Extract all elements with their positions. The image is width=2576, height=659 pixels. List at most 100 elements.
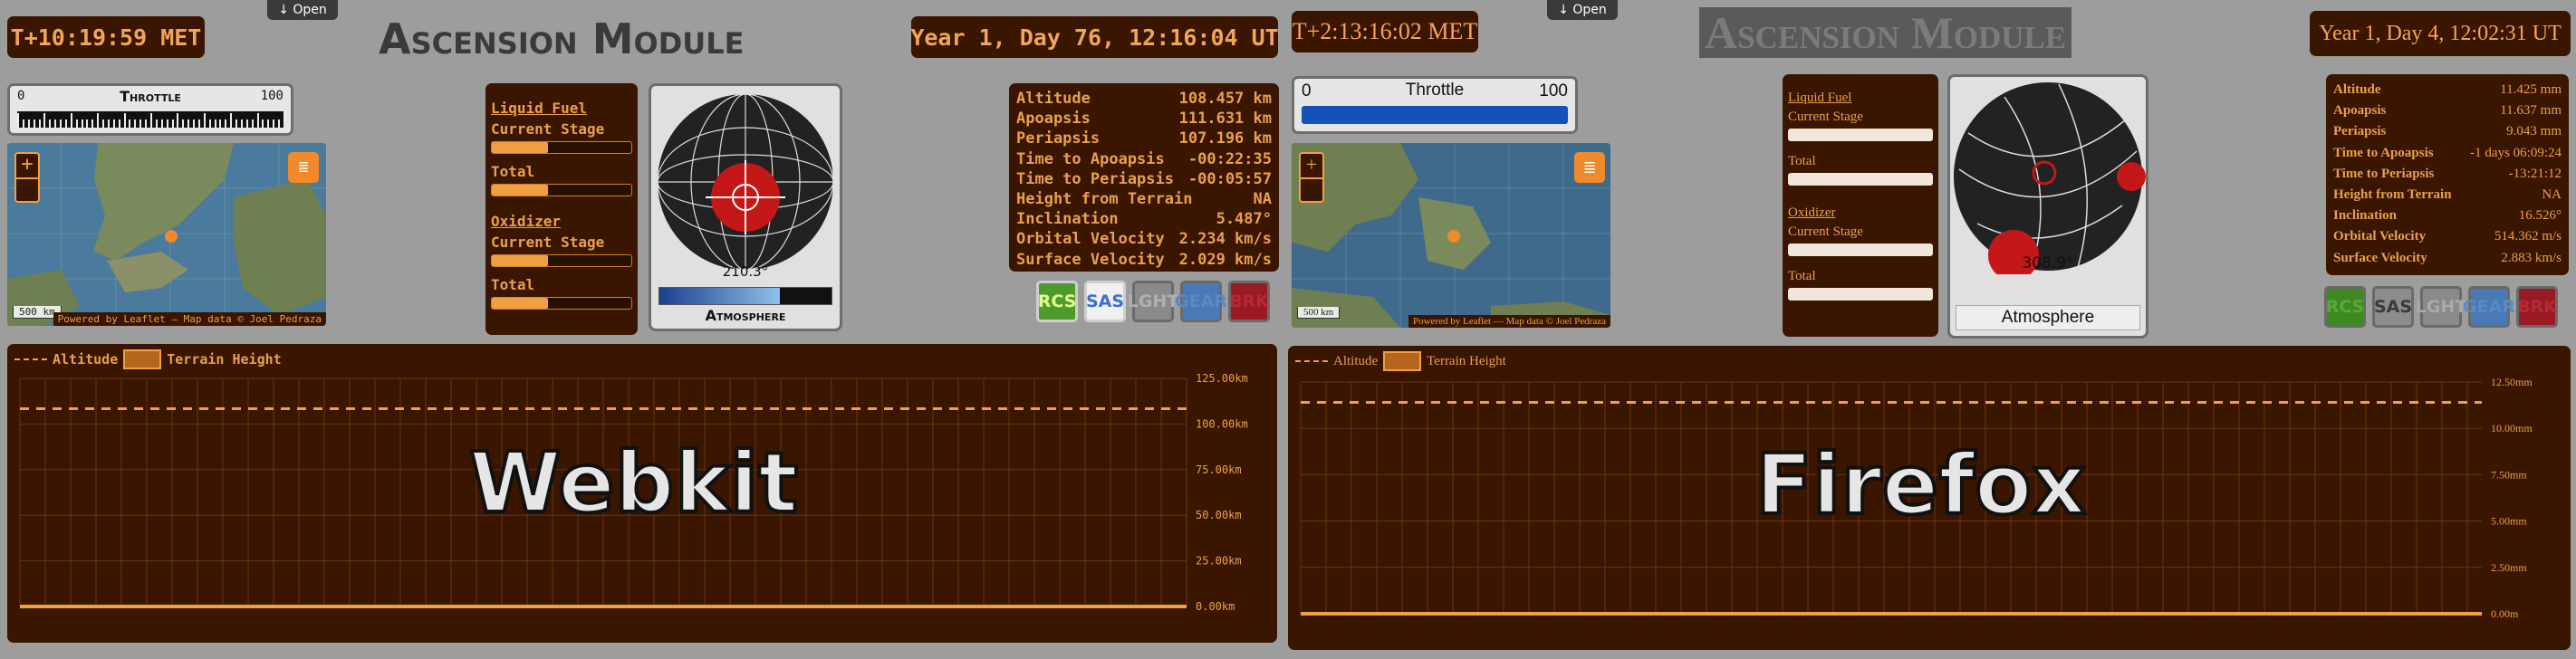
throttle-tick <box>81 119 83 128</box>
orbit-label: Time to Periapsis <box>2333 166 2435 181</box>
orbit-value: -00:05:57 <box>1187 169 1272 188</box>
y-tick-label: 5.00mm <box>2491 515 2527 528</box>
throttle-tick <box>43 113 46 128</box>
orbit-label: Time to Periapsis <box>1016 169 1174 188</box>
atmosphere-gauge <box>658 287 832 305</box>
y-tick-label: 100.00km <box>1196 417 1248 430</box>
y-tick-label: 2.50mm <box>2491 561 2527 574</box>
sas-button[interactable]: SAS <box>1084 281 1126 322</box>
throttle-tick <box>118 119 120 128</box>
throttle-bar <box>1302 106 1568 124</box>
sas-button[interactable]: SAS <box>2372 286 2414 328</box>
layers-icon[interactable]: ≣ <box>1574 152 1605 183</box>
orbit-row: Time to Periapsis -00:05:57 <box>1016 169 1272 189</box>
map-zoom-control[interactable]: + <box>14 152 40 203</box>
throttle-tick <box>112 119 115 128</box>
orbit-value: -1 days 06:09:24 <box>2470 145 2562 160</box>
orbit-value: 16.526° <box>2518 208 2562 224</box>
ground-track-map[interactable]: + ≣ 500 km Powered by Leaflet — Map data… <box>7 143 326 326</box>
ground-track-map[interactable]: + ≣ 500 km Powered by Leaflet — Map data… <box>1292 143 1610 328</box>
throttle-tick <box>214 119 216 128</box>
ox-total-label: Total <box>491 276 535 293</box>
throttle-tick <box>256 113 259 128</box>
orbit-row: Inclination 5.487° <box>1016 209 1272 229</box>
fuel-total-label: Total <box>1788 154 1816 168</box>
orbit-label: Inclination <box>2333 208 2398 224</box>
brk-button[interactable]: BRK <box>2516 286 2558 328</box>
orbit-info-panel: Altitude 108.457 km Apoapsis 111.631 km Peri… <box>1009 83 1279 272</box>
lght-button[interactable]: LGHT <box>1128 281 1178 322</box>
orbit-row: Height from Terrain NA <box>2333 185 2562 205</box>
throttle-tick <box>219 119 222 128</box>
action-group-buttons: RCS SAS LGHT GEAR BRK <box>1036 281 1270 322</box>
throttle-tick <box>240 119 243 128</box>
fuel-total-label: Total <box>491 163 535 180</box>
y-tick-label: 0.00km <box>1196 600 1235 613</box>
orbit-value: 107.196 km <box>1178 129 1272 148</box>
zoom-in-button[interactable]: + <box>1301 154 1322 179</box>
orbit-value: 2.883 km/s <box>2501 250 2562 265</box>
throttle-tick <box>284 113 285 128</box>
orbit-label: Apoapsis <box>2333 103 2387 119</box>
ox-current-stage-label: Current Stage <box>491 234 605 251</box>
throttle-tick <box>245 119 248 128</box>
orbit-row: Time to Apoapsis -1 days 06:09:24 <box>2333 143 2562 164</box>
y-tick-label: 10.00mm <box>2491 422 2533 435</box>
lght-button[interactable]: LGHT <box>2416 286 2466 328</box>
mission-elapsed-time: T+10:19:59 MET <box>7 16 205 58</box>
liquid-fuel-heading: Liquid Fuel <box>491 100 587 117</box>
orbit-row: Apoapsis 11.637 mm <box>2333 100 2562 121</box>
throttle-tick <box>273 119 275 128</box>
throttle-tick <box>155 119 158 128</box>
rcs-button[interactable]: RCS <box>2324 286 2366 328</box>
orbit-row: Periapsis 107.196 km <box>1016 129 1272 148</box>
orbit-row: Time to Apoapsis -00:22:35 <box>1016 149 1272 169</box>
fuel-current-stage-bar <box>1788 129 1933 141</box>
layers-icon[interactable]: ≣ <box>288 152 319 183</box>
orbit-row: Time to Periapsis -13:21:12 <box>2333 164 2562 185</box>
throttle-max: 100 <box>1539 81 1568 100</box>
ox-current-stage-bar <box>491 254 632 267</box>
map-zoom-control[interactable]: + <box>1299 152 1324 203</box>
throttle-tick <box>33 119 35 128</box>
throttle-tick <box>139 119 142 128</box>
throttle-tick <box>262 119 264 128</box>
orbit-value: 2.234 km/s <box>1178 230 1272 249</box>
map-attribution: Powered by Leaflet — Map data © Joel Ped… <box>53 312 326 326</box>
throttle-max: 100 <box>260 89 284 103</box>
orbit-value: 514.362 m/s <box>2494 229 2562 244</box>
zoom-in-button[interactable]: + <box>16 154 38 179</box>
gear-button[interactable]: GEAR <box>1175 281 1227 322</box>
throttle-gauge[interactable]: 0 Throttle 100 <box>7 83 293 136</box>
throttle-tick <box>22 119 24 128</box>
orbit-value: NA <box>1253 189 1272 208</box>
oxidizer-heading: Oxidizer <box>1788 205 1836 220</box>
vessel-position-marker <box>1447 230 1460 243</box>
y-tick-label: 50.00km <box>1196 509 1242 521</box>
throttle-gauge[interactable]: 0 Throttle 100 <box>1292 76 1578 134</box>
map-scale: 500 km <box>1297 307 1341 319</box>
open-button[interactable]: ↓ Open <box>267 0 338 20</box>
orbit-row: Orbital Velocity 514.362 m/s <box>2333 226 2562 247</box>
altitude-graph: Altitude Terrain Height 0.00km 25.00km 50.… <box>7 344 1277 643</box>
orbit-row: Altitude 108.457 km <box>1016 89 1272 109</box>
open-button[interactable]: ↓ Open <box>1547 0 1618 20</box>
orbit-value: -00:22:35 <box>1187 149 1272 168</box>
throttle-tick <box>97 113 100 128</box>
throttle-tick <box>203 113 206 128</box>
throttle-tick <box>60 119 62 128</box>
navball-panel: 210.3° Atmosphere <box>649 83 842 331</box>
throttle-tick <box>27 119 30 128</box>
orbit-row: Height from Terrain NA <box>1016 189 1272 209</box>
rcs-button[interactable]: RCS <box>1036 281 1078 322</box>
gear-button[interactable]: GEAR <box>2463 286 2515 328</box>
orbit-value: 11.637 mm <box>2500 103 2562 119</box>
orbit-value: 2.029 km/s <box>1178 250 1272 269</box>
webkit-pane: T+10:19:59 MET ↓ Open Ascension Module Y… <box>0 0 1288 659</box>
brk-button[interactable]: BRK <box>1228 281 1270 322</box>
map-attribution: Powered by Leaflet — Map data © Joel Ped… <box>1408 315 1610 328</box>
throttle-tick <box>70 113 72 128</box>
orbit-label: Surface Velocity <box>2333 250 2427 265</box>
page-title: Ascension Module <box>1699 7 2072 58</box>
throttle-tick <box>91 119 94 128</box>
